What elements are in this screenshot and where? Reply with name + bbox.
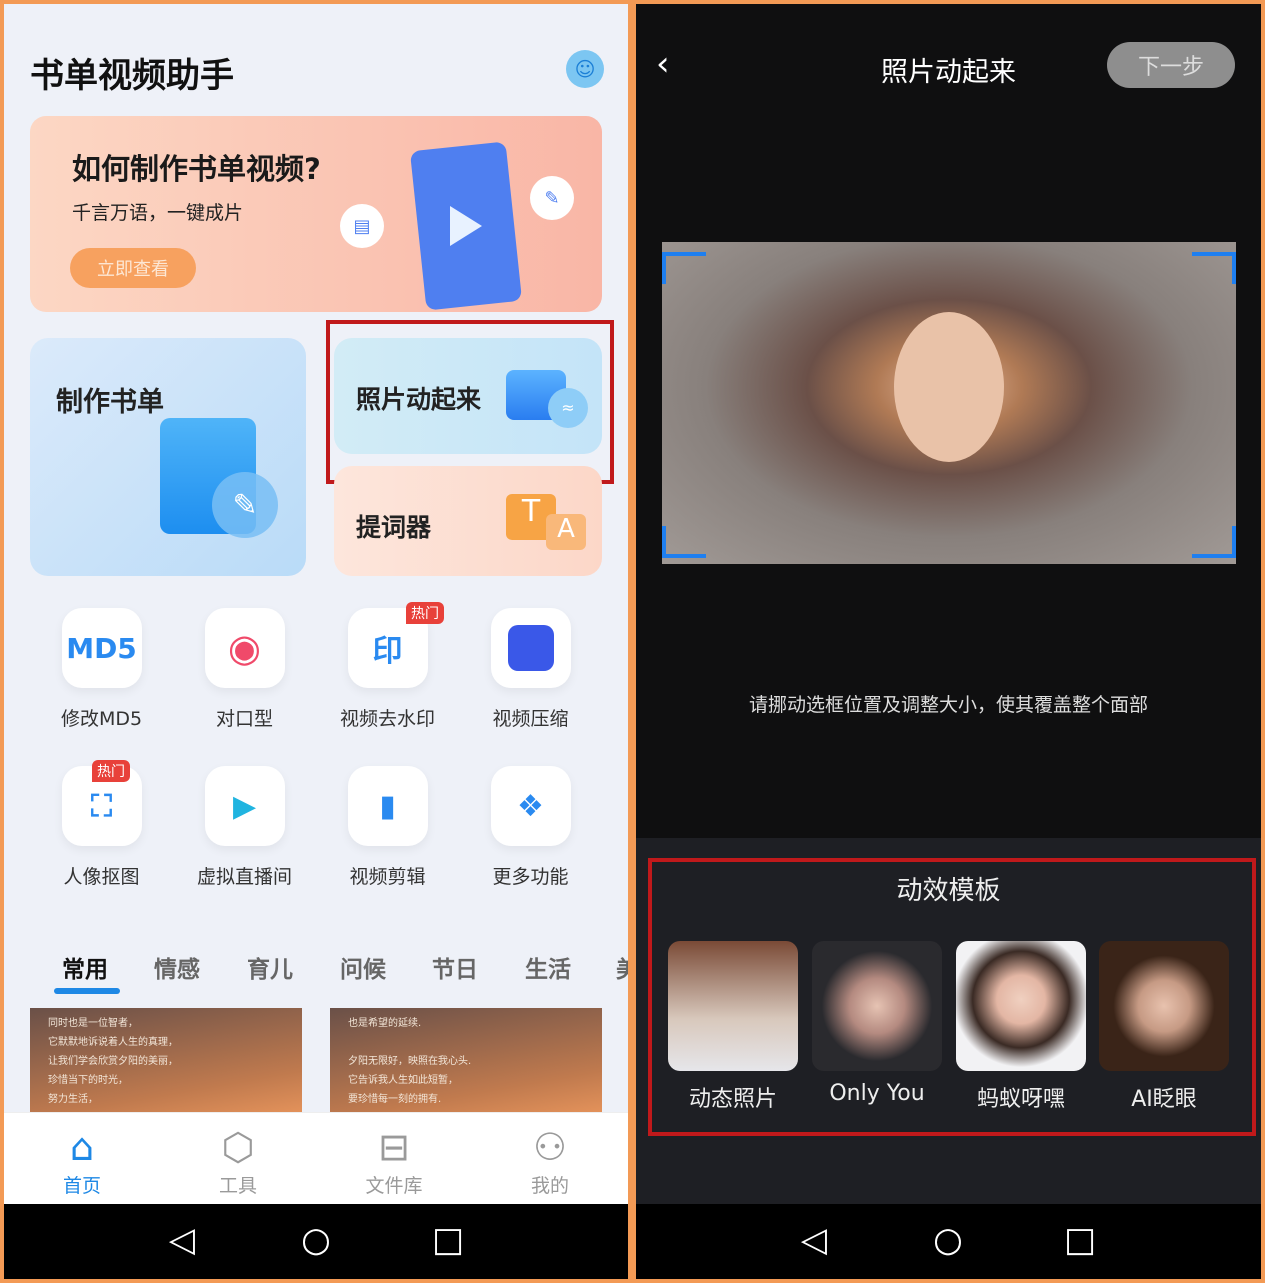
recents-key-icon[interactable]: □ — [428, 1220, 468, 1260]
tutorial-banner[interactable]: 如何制作书单视频? 千言万语，一键成片 立即查看 ▤ ✎ — [30, 116, 602, 312]
play-icon — [450, 206, 482, 246]
crop-handle[interactable] — [1192, 526, 1236, 558]
crop-handle[interactable] — [1192, 252, 1236, 284]
teleprompter-label: 提词器 — [356, 513, 432, 542]
customer-service-icon[interactable]: ☺ — [566, 50, 604, 88]
make-booklist-label: 制作书单 — [56, 387, 164, 418]
tab-emotion[interactable]: 情感 — [154, 950, 200, 984]
thumb-line — [348, 1033, 584, 1052]
nav-tools[interactable]: ⬡ 工具 — [160, 1123, 316, 1198]
tool-more[interactable]: ❖ 更多功能 — [459, 766, 602, 889]
system-nav-bar: ◁ ○ □ — [4, 1204, 628, 1279]
thumb-line: 同时也是一位智者， — [48, 1018, 138, 1029]
highlight-box — [648, 858, 1256, 1136]
view-now-button[interactable]: 立即查看 — [70, 248, 196, 288]
tool-label: 对口型 — [215, 708, 273, 730]
pencil-icon: ✎ — [530, 176, 574, 220]
nav-me[interactable]: ⚇ 我的 — [472, 1123, 628, 1198]
tv-icon: ▶ — [204, 766, 285, 846]
make-booklist-card[interactable]: 制作书单 ✎ — [30, 338, 306, 576]
back-key-icon[interactable]: ◁ — [162, 1220, 202, 1260]
nav-label: 我的 — [530, 1175, 569, 1197]
tool-compress[interactable]: 视频压缩 — [459, 608, 602, 731]
file-icon: ▤ — [340, 204, 384, 248]
translate-icon: A — [546, 514, 586, 550]
thumb-line: 它默默地诉说着人生的真理， — [48, 1037, 178, 1048]
face — [894, 312, 1004, 462]
tool-label: 人像抠图 — [63, 866, 140, 888]
thumb-line: 珍惜当下的时光， — [48, 1075, 128, 1086]
thumb-line: 夕阳无限好，映照在我心头. — [348, 1056, 472, 1067]
left-screen: 书单视频助手 ☺ 如何制作书单视频? 千言万语，一键成片 立即查看 ▤ ✎ 制作… — [4, 4, 628, 1279]
nav-label: 首页 — [62, 1175, 101, 1197]
highlight-box — [326, 320, 614, 484]
photo-preview — [662, 242, 1236, 564]
tool-label: 视频压缩 — [492, 708, 569, 730]
system-nav-bar: ◁ ○ □ — [636, 1204, 1261, 1279]
user-icon: ⚇ — [532, 1125, 568, 1169]
nav-label: 工具 — [218, 1175, 257, 1197]
nav-label: 文件库 — [365, 1175, 423, 1197]
teleprompter-card[interactable]: 提词器 T A — [334, 466, 602, 576]
home-icon: ⌂ — [69, 1125, 95, 1169]
nav-home[interactable]: ⌂ 首页 — [4, 1123, 160, 1198]
tool-virtual-live[interactable]: ▶ 虚拟直播间 — [173, 766, 316, 889]
crop-handle[interactable] — [662, 252, 706, 284]
banner-subtitle: 千言万语，一键成片 — [72, 202, 244, 224]
tool-lipsync[interactable]: ◉ 对口型 — [173, 608, 316, 731]
film-icon: ▮ — [347, 766, 428, 846]
tab-common[interactable]: 常用 — [62, 950, 108, 984]
thumb-line: 努力生活， — [48, 1094, 98, 1105]
tool-md5[interactable]: MD5 修改MD5 — [30, 608, 173, 731]
tab-beauty[interactable]: 美 — [616, 950, 628, 984]
tab-festival[interactable]: 节日 — [432, 950, 478, 984]
cube-icon: ⬡ — [221, 1125, 255, 1169]
tab-parenting[interactable]: 育儿 — [247, 950, 293, 984]
tool-label: 视频剪辑 — [349, 866, 426, 888]
home-key-icon[interactable]: ○ — [928, 1220, 968, 1260]
next-step-button[interactable]: 下一步 — [1107, 42, 1235, 88]
home-key-icon[interactable]: ○ — [296, 1220, 336, 1260]
app-title: 书单视频助手 — [30, 56, 234, 96]
tool-label: 视频去水印 — [339, 708, 435, 730]
tool-label: 修改MD5 — [60, 708, 143, 730]
inbox-icon: ⊟ — [378, 1125, 410, 1169]
tool-label: 更多功能 — [492, 866, 569, 888]
tab-greeting[interactable]: 问候 — [340, 950, 386, 984]
active-tab-indicator — [54, 988, 120, 994]
back-key-icon[interactable]: ◁ — [794, 1220, 834, 1260]
edit-icon: ✎ — [212, 472, 278, 538]
nav-files[interactable]: ⊟ 文件库 — [316, 1123, 472, 1198]
thumb-line: 它告诉我人生如此短暂， — [348, 1075, 458, 1086]
lips-icon: ◉ — [204, 608, 285, 688]
tool-portrait[interactable]: ⛶ 热门 人像抠图 — [30, 760, 173, 889]
grid-icon: ❖ — [490, 766, 571, 846]
thumb-line: 也是希望的延续. — [348, 1018, 422, 1029]
thumb-line: 让我们学会欣赏夕阳的美丽， — [48, 1056, 178, 1067]
template-thumbnail[interactable]: 同时也是一位智者， 它默默地诉说着人生的真理， 让我们学会欣赏夕阳的美丽， 珍惜当下的… — [30, 1008, 302, 1118]
tool-label: 虚拟直播间 — [196, 866, 292, 888]
tab-life[interactable]: 生活 — [525, 950, 571, 984]
compress-icon — [490, 608, 571, 688]
banner-title: 如何制作书单视频? — [72, 152, 321, 186]
tool-video-edit[interactable]: ▮ 视频剪辑 — [316, 766, 459, 889]
right-screen: ‹ 照片动起来 下一步 请挪动选框位置及调整大小，使其覆盖整个面部 动效模板 动… — [636, 4, 1261, 1279]
bottom-nav: ⌂ 首页 ⬡ 工具 ⊟ 文件库 ⚇ 我的 — [4, 1112, 628, 1204]
template-thumbnail[interactable]: 也是希望的延续. 夕阳无限好，映照在我心头. 它告诉我人生如此短暂， 要珍惜每一刻的拥… — [330, 1008, 602, 1118]
tool-watermark[interactable]: 印热门 视频去水印 — [316, 602, 459, 731]
thumb-line: 要珍惜每一刻的拥有. — [348, 1094, 442, 1105]
recents-key-icon[interactable]: □ — [1060, 1220, 1100, 1260]
hot-badge: 热门 — [92, 760, 130, 782]
hot-badge: 热门 — [406, 602, 444, 624]
crop-hint: 请挪动选框位置及调整大小，使其覆盖整个面部 — [748, 694, 1148, 716]
category-tabs: 常用 情感 育儿 问候 节日 生活 美 — [4, 950, 628, 990]
md5-icon: MD5 — [61, 608, 142, 688]
crop-handle[interactable] — [662, 526, 706, 558]
